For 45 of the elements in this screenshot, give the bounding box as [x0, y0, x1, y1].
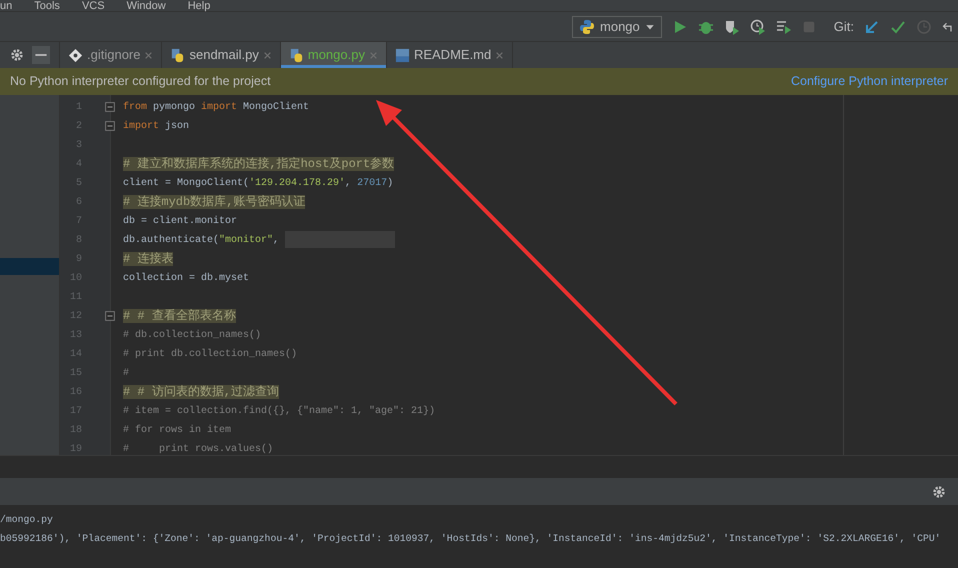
code-line: # # 查看全部表名称 — [111, 307, 958, 326]
console-output-line: b05992186'), 'Placement': {'Zone': 'ap-guangzhou-4', 'ProjectId': 1010937, 'HostIds': None}, 'InstanceId': 'ins-4mjdz5u2', 'InstanceType': 'S2.2XLARGE16', 'CPU' — [0, 532, 942, 546]
shield-play-icon[interactable] — [724, 18, 740, 34]
fold-marker-icon[interactable] — [105, 311, 115, 321]
settings-icon[interactable] — [10, 48, 24, 62]
code-line: # item = collection.find({}, {"name": 1, "age": 21}) — [122, 404, 436, 419]
arrow-down-left-icon[interactable] — [864, 18, 880, 34]
code-line: # print db.collection_names() — [122, 348, 298, 362]
fold-marker-icon[interactable] — [105, 102, 115, 112]
code-line: # for rows in item — [122, 424, 232, 438]
configure-link[interactable]: Configure Python interpreter — [790, 72, 948, 91]
git-label: Git: — [834, 18, 854, 36]
code-line: db = client.monitor — [122, 214, 238, 229]
editor-tab[interactable]: mongo.py — [280, 42, 387, 68]
menu-item[interactable]: VCS — [82, 0, 105, 12]
menu-item[interactable]: Window — [126, 0, 166, 12]
menu-item[interactable]: Help — [188, 0, 210, 12]
code-line: # print rows.values() — [122, 442, 274, 457]
menu-item[interactable]: Tools — [34, 0, 60, 12]
fold-marker-icon[interactable] — [105, 121, 115, 131]
clock-play-icon[interactable] — [750, 18, 766, 34]
menu-item[interactable]: un — [0, 0, 12, 12]
code-line: client = MongoClient('129.204.178.29', 27017) — [122, 176, 394, 191]
python-file-icon — [288, 48, 304, 62]
close-icon[interactable] — [144, 50, 154, 60]
diamond-icon — [68, 48, 83, 62]
code-line: collection = db.myset — [122, 272, 250, 286]
close-icon[interactable] — [495, 50, 504, 60]
settings-icon[interactable] — [932, 484, 946, 498]
markdown-file-icon — [394, 48, 410, 62]
console-output-line: /mongo.py — [0, 513, 54, 527]
minimize-icon[interactable] — [32, 46, 50, 64]
list-play-icon[interactable] — [776, 18, 792, 34]
banner-message: No Python interpreter configured for the project — [10, 73, 271, 90]
code-line: from pymongo import MongoClient — [111, 98, 958, 117]
close-icon[interactable] — [262, 50, 272, 60]
checkmark-icon[interactable] — [890, 18, 906, 34]
code-line: import json — [111, 117, 958, 136]
code-line: db.authenticate("monitor", — [111, 231, 958, 250]
python-file-icon — [170, 48, 186, 62]
code-line: # — [122, 367, 130, 381]
python-logo-icon — [579, 18, 596, 34]
run-config-name: mongo — [600, 18, 640, 36]
code-line: # db.collection_names() — [122, 328, 262, 343]
run-configuration-dropdown[interactable]: mongo — [572, 16, 662, 38]
